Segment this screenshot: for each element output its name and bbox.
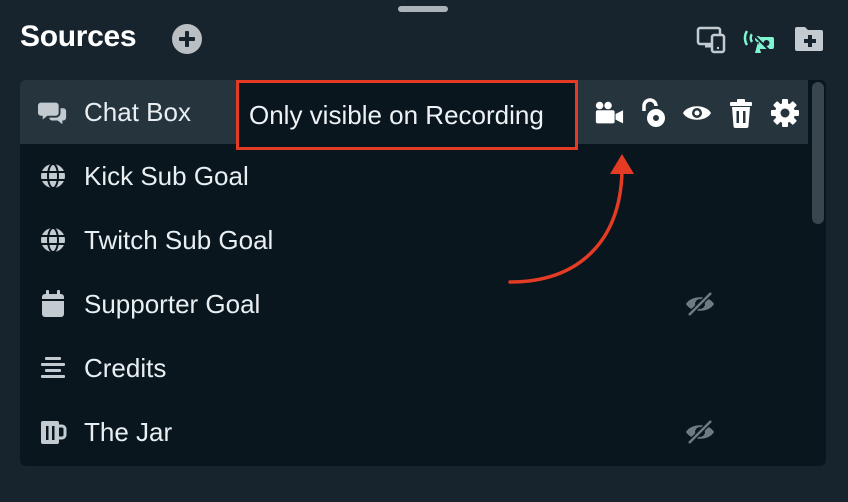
source-item-twitch-sub-goal[interactable]: Twitch Sub Goal	[20, 208, 810, 272]
add-source-button[interactable]	[172, 24, 202, 54]
scrollbar-track[interactable]	[808, 80, 826, 466]
source-name: Twitch Sub Goal	[84, 224, 274, 255]
chat-bubbles-icon	[38, 97, 68, 127]
source-item-supporter-goal[interactable]: Supporter Goal	[20, 272, 810, 336]
source-name: Chat Box	[84, 96, 191, 127]
tooltip-text: Only visible on Recording	[249, 99, 544, 130]
eye-icon[interactable]	[682, 98, 712, 128]
plus-icon	[179, 31, 195, 47]
source-name: The Jar	[84, 416, 173, 447]
source-item-kick-sub-goal[interactable]: Kick Sub Goal	[20, 144, 810, 208]
mug-icon	[38, 417, 68, 447]
unlock-icon[interactable]	[638, 98, 668, 128]
globe-icon	[38, 225, 68, 255]
source-name: Supporter Goal	[84, 288, 261, 319]
source-item-the-jar[interactable]: The Jar	[20, 400, 810, 464]
source-item-credits[interactable]: Credits	[20, 336, 810, 400]
recording-camera-icon[interactable]	[594, 98, 624, 128]
scrollbar-thumb[interactable]	[812, 82, 824, 224]
sources-title: Sources	[20, 20, 137, 53]
eye-slash-icon[interactable]	[684, 417, 716, 447]
broadcast-icon[interactable]	[742, 22, 776, 56]
recording-visibility-tooltip: Only visible on Recording	[236, 80, 578, 150]
trash-icon[interactable]	[726, 98, 756, 128]
align-center-icon	[38, 353, 68, 383]
panel-drag-handle[interactable]	[398, 6, 448, 12]
source-name: Credits	[84, 352, 167, 383]
eye-slash-icon[interactable]	[684, 289, 716, 319]
globe-icon	[38, 161, 68, 191]
source-actions	[594, 96, 800, 130]
calendar-icon	[38, 289, 68, 319]
gear-icon[interactable]	[770, 98, 800, 128]
dual-output-devices-icon[interactable]	[694, 22, 728, 56]
add-folder-icon[interactable]	[792, 22, 826, 56]
source-name: Kick Sub Goal	[84, 160, 249, 191]
sources-header: Sources	[20, 18, 828, 62]
